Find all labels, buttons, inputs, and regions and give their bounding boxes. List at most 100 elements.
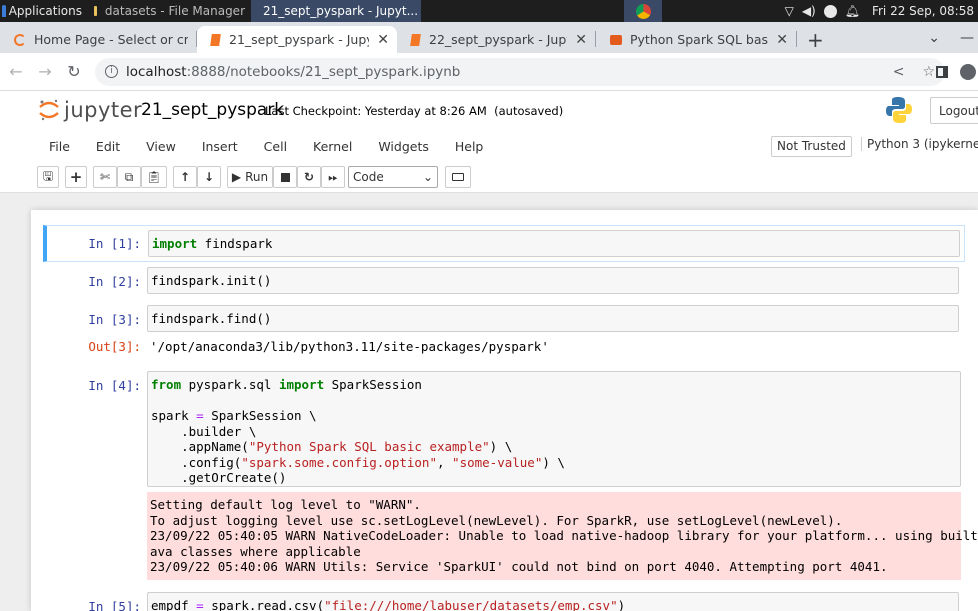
checkpoint-status: Last Checkpoint: Yesterday at 8:26 AM (a… (265, 104, 563, 118)
insert-cell-button[interactable]: + (65, 166, 87, 188)
share-icon[interactable]: < (893, 64, 905, 80)
side-panel-icon[interactable] (936, 65, 948, 78)
browser-actions (936, 63, 978, 80)
menu-cell[interactable]: Cell (251, 139, 300, 154)
restart-run-all-button[interactable]: ⏩︎ (321, 166, 345, 188)
tab-spark-sql-example[interactable]: Python Spark SQL basic ex ✕ (596, 26, 796, 53)
notebook-favicon-icon (410, 33, 421, 46)
tab-label: Python Spark SQL basic ex (630, 32, 769, 47)
apps-icon (2, 5, 6, 17)
notification-bell-icon[interactable]: 🔔︎ (845, 4, 860, 18)
tab-22-sept-pyspark[interactable]: 22_sept_pyspark - Jupyter ✕ (397, 26, 595, 53)
run-label: Run (245, 170, 269, 184)
menu-kernel[interactable]: Kernel (300, 139, 365, 154)
restart-button[interactable]: ↻ (297, 166, 321, 188)
autosave-status: (autosaved) (494, 104, 564, 118)
run-button[interactable]: ▶ Run (227, 166, 273, 188)
tab-home-page[interactable]: Home Page - Select or cre (0, 26, 196, 53)
jupyter-wordmark: jupyter (64, 98, 143, 122)
menu-widgets[interactable]: Widgets (365, 139, 442, 154)
tab-label: 22_sept_pyspark - Jupyter (429, 32, 567, 47)
cell-input[interactable]: from pyspark.sql import SparkSession spa… (147, 371, 961, 487)
close-tab-icon[interactable]: ✕ (575, 32, 587, 48)
cut-button[interactable]: ✄ (93, 166, 117, 188)
close-tab-icon[interactable]: ✕ (377, 32, 389, 48)
checkpoint-text: Last Checkpoint: Yesterday at 8:26 AM (265, 104, 487, 118)
back-arrow-icon[interactable]: ← (3, 62, 29, 81)
move-up-button[interactable]: ↑ (173, 166, 197, 188)
cell-prompt: In [2]: (88, 274, 141, 289)
jupyter-toolbar: 🖫︎ + ✄ ⧉ 📋︎ ↑ ↓ ▶ Run ↻ ⏩︎ Code ⌄ (0, 161, 978, 193)
url-input[interactable]: i localhost:8888/notebooks/21_sept_pyspa… (95, 57, 945, 86)
url-host: localhost (126, 63, 187, 80)
system-tray: ▽ ◀) 🔔︎ Fri 22 Sep, 08:58 (785, 0, 978, 22)
applications-menu[interactable]: Applications (0, 0, 88, 22)
network-icon[interactable]: ▽ (785, 4, 794, 18)
logout-button[interactable]: Logout (930, 97, 978, 124)
paste-button[interactable]: 📋︎ (141, 166, 167, 188)
site-info-icon[interactable]: i (105, 65, 118, 78)
cell-stderr-output: Setting default log level to "WARN". To … (147, 492, 978, 580)
copy-button[interactable]: ⧉ (117, 166, 141, 188)
menu-edit[interactable]: Edit (83, 139, 133, 154)
cell-prompt: In [5]: (88, 599, 141, 611)
cell-type-value: Code (353, 170, 384, 184)
bookmark-star-icon[interactable]: ☆ (922, 64, 935, 80)
spark-favicon-icon (610, 34, 622, 45)
notebook-scroll-area[interactable]: In [1]: import findspark In [2]: findspa… (0, 194, 978, 611)
chevron-down-icon: ⌄ (422, 170, 433, 184)
cell-input[interactable]: findspark.find() (147, 305, 959, 332)
cell-prompt: In [4]: (88, 378, 141, 393)
new-tab-button[interactable]: + (797, 26, 834, 53)
cell-output: '/opt/anaconda3/lib/python3.11/site-pack… (150, 339, 549, 354)
taskbar-file-manager[interactable]: datasets - File Manager (88, 0, 251, 22)
menu-view[interactable]: View (133, 139, 189, 154)
tab-21-sept-pyspark[interactable]: 21_sept_pyspark - Jupyter ✕ (197, 26, 397, 53)
applications-label: Applications (8, 4, 82, 18)
kernel-indicator: Python 3 (ipykernel) (861, 137, 978, 151)
arrow-down-icon: ↓ (203, 170, 215, 184)
close-tab-icon[interactable]: ✕ (776, 32, 788, 48)
volume-icon[interactable]: ◀) (802, 4, 816, 18)
cell-input[interactable]: import findspark (148, 230, 960, 257)
forward-arrow-icon[interactable]: → (32, 62, 58, 81)
tab-label: 21_sept_pyspark - Jupyter (229, 32, 369, 47)
save-button[interactable]: 🖫︎ (37, 166, 59, 188)
tab-label: Home Page - Select or cre (34, 32, 188, 47)
code-cell-5[interactable]: In [5]: empdf = spark.read.csv("file:///… (43, 590, 965, 611)
chrome-icon (635, 3, 651, 19)
save-icon: 🖫︎ (42, 168, 54, 183)
power-icon[interactable] (823, 4, 837, 18)
menu-file[interactable]: File (36, 139, 83, 154)
cell-prompt: In [1]: (88, 236, 141, 251)
window-controls: ⌄ — (928, 22, 978, 53)
restart-icon: ↻ (303, 170, 315, 184)
copy-icon: ⧉ (124, 169, 134, 184)
menu-insert[interactable]: Insert (189, 139, 251, 154)
code-cell-1[interactable]: In [1]: import findspark (43, 225, 965, 262)
interrupt-button[interactable] (273, 166, 297, 188)
code-cell-3[interactable]: In [3]: findspark.find() Out[3]: '/opt/a… (43, 303, 965, 359)
trust-button[interactable]: Not Trusted (771, 136, 852, 157)
fast-forward-icon: ⏩︎ (328, 169, 338, 184)
tab-search-chevron-icon[interactable]: ⌄ (928, 30, 940, 46)
keyboard-icon (452, 173, 464, 181)
cell-type-select[interactable]: Code ⌄ (348, 166, 438, 188)
clock[interactable]: Fri 22 Sep, 08:58 (872, 4, 974, 18)
cell-input[interactable]: findspark.init() (147, 267, 959, 294)
code-cell-2[interactable]: In [2]: findspark.init() (43, 265, 965, 299)
reload-icon[interactable]: ↻ (61, 62, 87, 81)
move-down-button[interactable]: ↓ (197, 166, 221, 188)
profile-avatar-icon[interactable] (960, 63, 976, 80)
jupyter-header: jupyter 21_sept_pyspark Last Checkpoint:… (0, 91, 978, 131)
arrow-up-icon: ↑ (179, 170, 191, 184)
taskbar-jupyter-window[interactable]: 21_sept_pyspark - Jupyt... (251, 0, 421, 22)
jupyter-logo[interactable]: jupyter (38, 98, 142, 122)
code-cell-4[interactable]: In [4]: from pyspark.sql import SparkSes… (43, 369, 978, 583)
menu-help[interactable]: Help (442, 139, 497, 154)
cell-input[interactable]: empdf = spark.read.csv("file:///home/lab… (147, 592, 959, 611)
notebook-name[interactable]: 21_sept_pyspark (141, 100, 284, 120)
minimize-icon[interactable]: — (960, 30, 974, 46)
taskbar-chrome-launcher[interactable] (624, 0, 662, 22)
command-palette-button[interactable] (445, 166, 471, 188)
